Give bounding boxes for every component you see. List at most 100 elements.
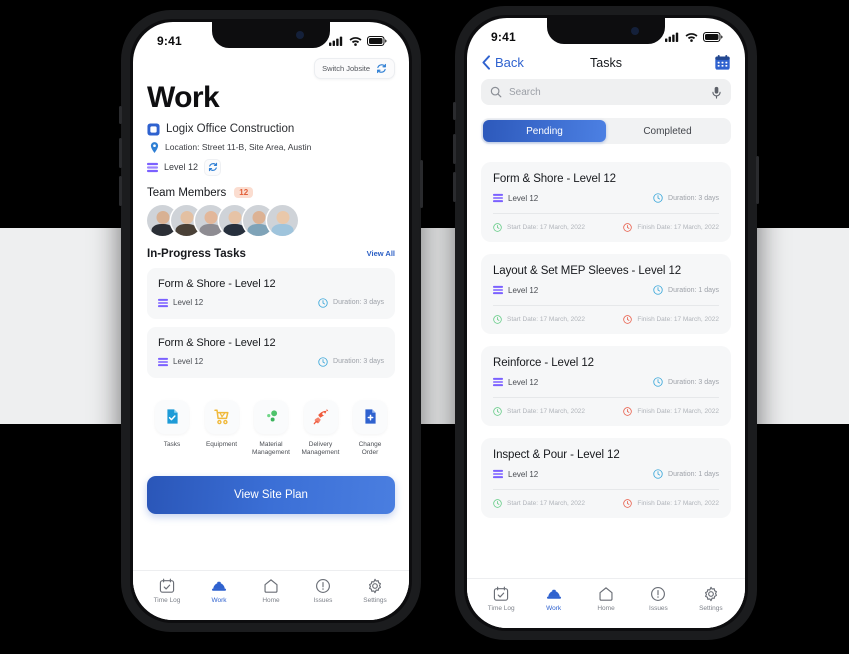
task-duration-label: Duration: 1 days	[668, 470, 719, 478]
volume-up-button[interactable]	[119, 138, 122, 168]
task-dates: Start Date: 17 March, 2022 Finish Date: …	[493, 306, 719, 324]
app-shortcut-tasks[interactable]: Tasks	[149, 399, 195, 459]
task-title: Inspect & Pour - Level 12	[493, 449, 620, 461]
app-label: Delivery Management	[301, 440, 340, 457]
layers-icon	[493, 469, 503, 479]
task-finish-date: Finish Date: 17 March, 2022	[623, 315, 719, 324]
volume-down-button[interactable]	[453, 172, 456, 202]
task-duration: Duration: 1 days	[653, 285, 719, 295]
document-check-icon	[164, 408, 181, 425]
tab-issues[interactable]: Issues	[297, 578, 349, 604]
calendar-check-icon	[159, 578, 175, 594]
task-level-label: Level 12	[173, 357, 204, 366]
sync-icon	[376, 63, 387, 74]
task-card[interactable]: Layout & Set MEP Sleeves - Level 12 Leve…	[481, 254, 731, 334]
team-avatar-6[interactable]	[267, 204, 298, 236]
tab-label: Time Log	[487, 605, 515, 612]
battery-icon	[367, 36, 387, 46]
company-name: Logix Office Construction	[166, 123, 295, 135]
app-shortcut-material-management[interactable]: Material Management	[248, 399, 294, 459]
home-icon	[263, 578, 279, 594]
home-icon	[598, 586, 614, 602]
task-duration-label: Duration: 3 days	[668, 194, 719, 202]
tab-work[interactable]: Work	[193, 578, 245, 604]
front-camera-icon	[296, 31, 304, 39]
task-start-date: Start Date: 17 March, 2022	[493, 223, 585, 232]
task-card[interactable]: Reinforce - Level 12 Level 12 Duration: …	[481, 346, 731, 426]
task-level: Level 12	[158, 298, 203, 308]
in-progress-title: In-Progress Tasks	[147, 247, 246, 260]
task-duration: Duration: 1 days	[653, 469, 719, 479]
tab-home[interactable]: Home	[245, 578, 297, 604]
tab-label: Work	[546, 605, 562, 612]
phone-left: 9:41 Switch Jobsite Work Logix Office Co…	[119, 10, 423, 632]
task-finish-date-label: Finish Date: 17 March, 2022	[637, 316, 719, 323]
task-start-date: Start Date: 17 March, 2022	[493, 499, 585, 508]
silent-switch[interactable]	[453, 102, 456, 120]
hard-hat-icon	[546, 586, 562, 602]
team-count-badge: 12	[234, 187, 254, 198]
app-label: Material Management	[252, 440, 290, 457]
task-card[interactable]: Inspect & Pour - Level 12 Level 12 Durat…	[481, 438, 731, 518]
tab-label: Home	[262, 597, 280, 604]
task-card[interactable]: Form & Shore - Level 12 Level 12 Duratio…	[481, 162, 731, 242]
clock-icon	[653, 285, 663, 295]
app-shortcut-delivery-management[interactable]: Delivery Management	[298, 399, 344, 459]
segment-pending[interactable]: Pending	[483, 120, 606, 142]
power-button[interactable]	[420, 160, 423, 208]
task-level-label: Level 12	[173, 298, 204, 307]
calendar-check-icon	[493, 586, 509, 602]
tab-home[interactable]: Home	[580, 586, 632, 612]
alert-circle-icon	[650, 586, 666, 602]
tab-settings[interactable]: Settings	[685, 586, 737, 612]
tab-work[interactable]: Work	[527, 586, 579, 612]
task-duration-label: Duration: 3 days	[668, 378, 719, 386]
tab-time-log[interactable]: Time Log	[475, 586, 527, 612]
view-all-link[interactable]: View All	[367, 249, 395, 258]
clock-icon	[318, 297, 328, 308]
task-duration: Duration: 3 days	[318, 297, 384, 308]
task-start-date-label: Start Date: 17 March, 2022	[507, 224, 586, 231]
app-shortcut-change-order[interactable]: Change Order	[347, 399, 393, 459]
task-title: Form & Shore - Level 12	[158, 277, 276, 290]
tab-bar-right: Time Log Work Home Issues Settings	[467, 578, 745, 628]
app-shortcut-equipment[interactable]: Equipment	[199, 399, 245, 459]
search-bar[interactable]: Search	[481, 79, 731, 105]
volume-up-button[interactable]	[453, 134, 456, 164]
molecule-dots-icon	[263, 408, 280, 425]
task-start-date-label: Start Date: 17 March, 2022	[507, 500, 586, 507]
power-button[interactable]	[756, 156, 759, 204]
app-tile	[155, 399, 189, 434]
status-icons	[329, 36, 387, 46]
microphone-icon[interactable]	[711, 86, 722, 99]
volume-down-button[interactable]	[119, 176, 122, 206]
task-duration-label: Duration: 3 days	[333, 299, 384, 306]
clock-icon	[653, 469, 663, 479]
tab-bar-left: Time Log Work Home Issues Settings	[133, 570, 409, 620]
phone-bezel-left: 9:41 Switch Jobsite Work Logix Office Co…	[130, 19, 412, 623]
task-title: Layout & Set MEP Sleeves - Level 12	[493, 265, 682, 277]
task-level: Level 12	[493, 469, 538, 479]
work-screen-body: Switch Jobsite Work Logix Office Constru…	[133, 54, 409, 570]
clock-icon	[493, 499, 502, 508]
team-avatars[interactable]	[133, 199, 409, 236]
search-input[interactable]: Search	[509, 87, 704, 98]
tab-time-log[interactable]: Time Log	[141, 578, 193, 604]
chevron-left-icon	[481, 55, 492, 70]
tab-settings[interactable]: Settings	[349, 578, 401, 604]
notch-left	[212, 22, 330, 48]
in-progress-task-card[interactable]: Form & Shore - Level 12 Level 12 Duratio…	[147, 326, 395, 378]
search-icon	[490, 86, 502, 98]
level-sync-button[interactable]	[204, 158, 222, 176]
in-progress-task-card[interactable]: Form & Shore - Level 12 Level 12 Duratio…	[147, 267, 395, 319]
view-site-plan-button[interactable]: View Site Plan	[147, 476, 395, 515]
back-button[interactable]: Back	[481, 55, 524, 70]
switch-jobsite-label: Switch Jobsite	[322, 64, 370, 73]
silent-switch[interactable]	[119, 106, 122, 124]
calendar-button[interactable]	[714, 54, 731, 71]
segment-completed[interactable]: Completed	[606, 120, 729, 142]
tab-issues[interactable]: Issues	[632, 586, 684, 612]
clock-icon	[623, 223, 633, 232]
clock-icon	[493, 223, 502, 232]
switch-jobsite-button[interactable]: Switch Jobsite	[314, 58, 395, 79]
